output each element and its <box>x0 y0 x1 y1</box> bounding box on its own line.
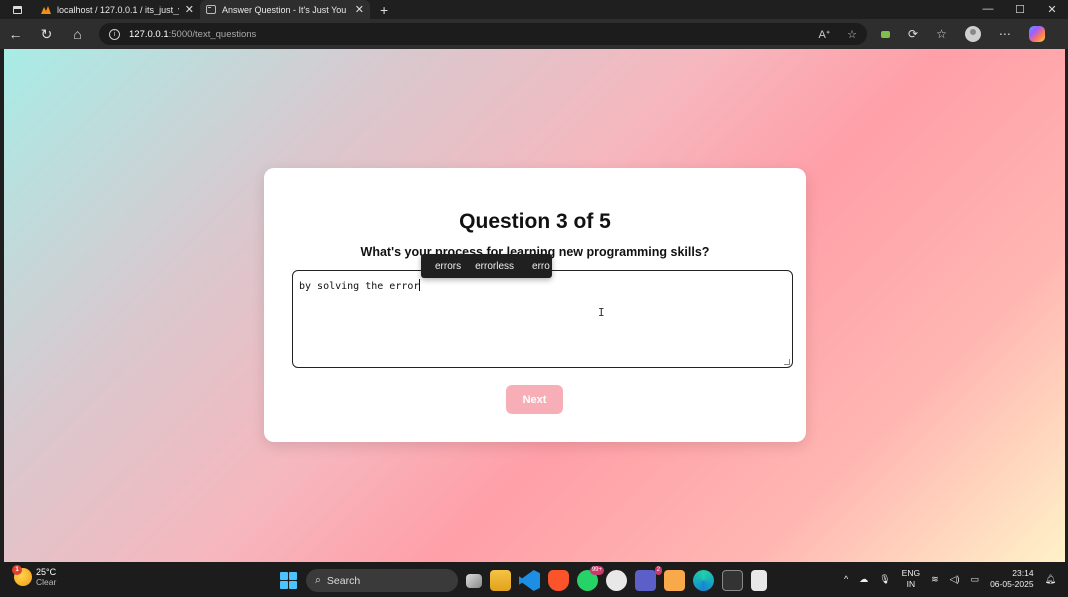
suggestion-item[interactable]: errors <box>421 261 470 272</box>
whatsapp-icon[interactable]: 99+ <box>577 566 604 591</box>
tab-answer-question[interactable]: Answer Question - It's Just You ✕ <box>200 0 370 19</box>
tab-close-icon[interactable]: ✕ <box>355 3 364 16</box>
notification-bell-icon[interactable]: 🔔︎ <box>1045 574 1056 585</box>
wifi-icon[interactable]: ≋ <box>931 574 939 585</box>
resize-handle-icon[interactable] <box>784 359 790 365</box>
question-heading: Question 3 of 5 <box>459 210 611 233</box>
copilot-icon[interactable] <box>1028 26 1045 42</box>
answer-textarea[interactable]: by solving the error I <box>292 270 793 368</box>
tab-title: Answer Question - It's Just You <box>222 4 347 15</box>
terminal-icon[interactable] <box>722 570 743 591</box>
page-background: Question 3 of 5 What's your process for … <box>4 49 1065 562</box>
page-favicon-icon <box>206 5 216 14</box>
window-controls: — ☐ ✕ <box>972 3 1068 16</box>
postman-icon[interactable] <box>664 570 685 591</box>
weather-condition: Clear <box>36 577 57 587</box>
next-button[interactable]: Next <box>506 385 563 414</box>
browser-tab-bar: localhost / 127.0.0.1 / its_just_you ✕ A… <box>0 0 1068 19</box>
site-info-icon[interactable]: i <box>109 28 120 40</box>
url-path: :5000/text_questions <box>168 28 257 40</box>
file-explorer-icon[interactable] <box>490 570 511 591</box>
taskbar-search[interactable]: ⌕ Search <box>306 569 458 592</box>
suggestion-item[interactable]: erro <box>523 261 552 272</box>
clock[interactable]: 23:14 06-05-2025 <box>990 568 1033 590</box>
weather-badge: 1 <box>12 565 22 575</box>
weather-sun-icon: 1 <box>12 565 32 586</box>
language-code: ENG <box>901 568 921 578</box>
whatsapp-badge: 99+ <box>589 566 604 575</box>
ibeam-cursor-icon: I <box>598 306 605 319</box>
language-indicator[interactable]: ENG IN <box>902 568 920 590</box>
language-region: IN <box>906 579 916 589</box>
window-menu-icon[interactable] <box>0 5 34 14</box>
onedrive-cloud-icon[interactable]: ☁ <box>859 574 868 585</box>
brave-browser-icon[interactable] <box>548 570 569 591</box>
teams-icon[interactable]: 2 <box>635 566 662 591</box>
tab-localhost[interactable]: localhost / 127.0.0.1 / its_just_you ✕ <box>34 0 200 19</box>
spellcheck-suggestions: errors errorless erro <box>421 254 552 278</box>
suggestion-item[interactable]: errorless <box>470 261 523 272</box>
back-arrow-icon[interactable]: ← <box>0 26 31 42</box>
teams-badge: 2 <box>654 566 662 575</box>
address-bar[interactable]: i 127.0.0.1:5000/text_questions Aᐩ ☆ <box>99 23 867 45</box>
maximize-button[interactable]: ☐ <box>1004 3 1036 16</box>
weather-temp: 25°C <box>36 567 57 577</box>
question-card: Question 3 of 5 What's your process for … <box>264 168 806 442</box>
more-menu-icon[interactable]: ⋯ <box>999 27 1011 41</box>
tab-title: localhost / 127.0.0.1 / its_just_you <box>57 4 179 15</box>
url-host: 127.0.0.1 <box>129 28 169 40</box>
refresh-icon[interactable]: ↻ <box>31 26 62 43</box>
home-icon[interactable]: ⌂ <box>62 26 93 42</box>
volume-icon[interactable]: ◁) <box>950 574 960 585</box>
clock-date: 06-05-2025 <box>990 579 1034 589</box>
profile-avatar[interactable] <box>964 26 981 42</box>
tab-close-icon[interactable]: ✕ <box>185 3 194 16</box>
edge-browser-icon[interactable] <box>693 570 714 591</box>
windows-taskbar: 1 25°C Clear ⌕ Search 99+ 2 ^ ☁ 🎙︎ ENG I… <box>0 562 1068 597</box>
browser-toolbar: ← ↻ ⌂ i 127.0.0.1:5000/text_questions Aᐩ… <box>0 19 1068 49</box>
favorite-star-icon[interactable]: ☆ <box>847 28 857 41</box>
search-icon: ⌕ <box>315 574 321 586</box>
microphone-icon[interactable]: 🎙︎ <box>879 574 890 585</box>
vscode-icon[interactable] <box>519 570 540 591</box>
answer-text: by solving the error <box>299 281 420 292</box>
new-tab-button[interactable]: + <box>380 2 388 18</box>
favorites-icon[interactable]: ☆ <box>936 27 947 41</box>
search-label: Search <box>326 574 361 587</box>
show-hidden-icons-chevron-icon[interactable]: ^ <box>844 574 848 584</box>
browser-essentials-icon[interactable]: ⟳ <box>908 27 918 41</box>
phpmyadmin-favicon-icon <box>40 5 51 15</box>
close-window-button[interactable]: ✕ <box>1036 3 1068 16</box>
clock-time: 23:14 <box>1012 568 1034 578</box>
chatgpt-icon[interactable] <box>606 570 627 591</box>
document-app-icon[interactable] <box>751 570 767 591</box>
minimize-button[interactable]: — <box>972 3 1004 16</box>
weather-widget[interactable]: 1 25°C Clear <box>12 565 57 587</box>
battery-icon[interactable]: ▭ <box>971 574 980 585</box>
system-tray: ^ ☁ 🎙︎ ENG IN ≋ ◁) ▭ 23:14 06-05-2025 🔔︎ <box>844 568 1056 590</box>
read-aloud-icon[interactable]: Aᐩ <box>819 28 831 41</box>
task-view-icon[interactable] <box>466 574 482 588</box>
text-caret <box>419 279 421 291</box>
start-button-windows-icon[interactable] <box>280 572 297 589</box>
extension-icon[interactable] <box>881 30 890 38</box>
